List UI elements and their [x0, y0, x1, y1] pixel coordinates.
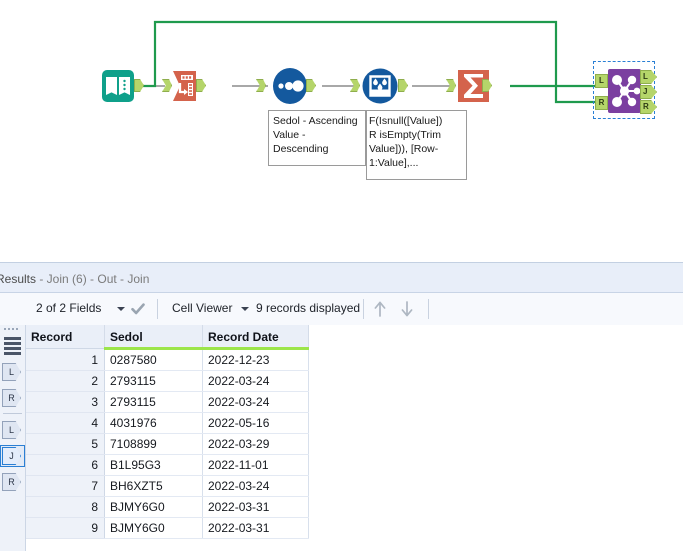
beaker-drops-icon: [362, 68, 398, 104]
cell-sedol[interactable]: 2793115: [104, 370, 203, 392]
column-header-sedol[interactable]: Sedol: [104, 325, 203, 350]
fields-selector-label[interactable]: 2 of 2 Fields: [36, 301, 101, 315]
join-input-right[interactable]: R: [595, 96, 608, 110]
cell-record: 8: [26, 496, 105, 518]
join-input-left[interactable]: L: [595, 74, 608, 88]
cell-sedol[interactable]: B1L95G3: [104, 454, 203, 476]
workflow-canvas[interactable]: L R L J R Sedol - Ascending Value - Desc…: [0, 0, 683, 262]
book-icon: [102, 70, 134, 102]
table-row[interactable]: 8 BJMY6G0 2022-03-31: [26, 496, 309, 518]
cell-record-date[interactable]: 2022-03-24: [202, 475, 309, 497]
table-row[interactable]: 1 0287580 2022-12-23: [26, 348, 309, 371]
tool-join[interactable]: L R L J R: [593, 61, 657, 119]
records-displayed-label: 9 records displayed: [256, 301, 361, 315]
toolbar-separator-2: [363, 299, 364, 319]
table-row[interactable]: 2 2793115 2022-03-24: [26, 370, 309, 392]
table-row[interactable]: 6 B1L95G3 2022-11-01: [26, 454, 309, 476]
join-body: [608, 69, 641, 113]
results-grid[interactable]: Record Sedol Record Date 1 0287580 2022-…: [26, 325, 683, 551]
cell-sedol[interactable]: BJMY6G0: [104, 517, 203, 539]
cell-record: 4: [26, 412, 105, 434]
toolbar-separator-3: [428, 299, 429, 319]
checkmark-icon[interactable]: [131, 302, 145, 316]
results-pane: Results - Join (6) - Out - Join 2 of 2 F…: [0, 262, 683, 551]
results-title-prefix: Results: [0, 272, 37, 286]
rail-output-anchor-r[interactable]: R: [2, 473, 21, 491]
fields-chevron-down-icon[interactable]: [117, 307, 125, 311]
results-titlebar: Results - Join (6) - Out - Join: [0, 267, 683, 293]
cell-sedol[interactable]: 4031976: [104, 412, 203, 434]
results-title: Results - Join (6) - Out - Join: [0, 272, 149, 286]
sort-dots-icon: [273, 68, 307, 104]
join-output-right[interactable]: R: [640, 100, 657, 114]
results-anchor-rail: L R L J R: [0, 325, 26, 551]
tool-summarize[interactable]: [446, 64, 494, 108]
rail-input-anchor-l[interactable]: L: [2, 363, 21, 381]
results-title-rest: - Join (6) - Out - Join: [36, 272, 150, 286]
cell-record: 7: [26, 475, 105, 497]
cell-record: 3: [26, 391, 105, 413]
results-toolbar: 2 of 2 Fields Cell Viewer 9 records disp…: [0, 293, 683, 326]
cell-record: 9: [26, 517, 105, 539]
input-data-output-anchor[interactable]: [134, 79, 144, 92]
cell-record: 6: [26, 454, 105, 476]
drag-grip-icon[interactable]: [4, 328, 21, 333]
join-output-left[interactable]: L: [640, 70, 657, 84]
cell-record-date[interactable]: 2022-12-23: [202, 348, 309, 371]
table-row[interactable]: 3 2793115 2022-03-24: [26, 391, 309, 413]
cell-record-date[interactable]: 2022-03-31: [202, 496, 309, 518]
sort-annotation: Sedol - Ascending Value - Descending: [268, 110, 366, 166]
join-output-join[interactable]: J: [640, 85, 657, 99]
arrow-up-icon[interactable]: [372, 300, 388, 318]
table-row[interactable]: 7 BH6XZT5 2022-03-24: [26, 475, 309, 497]
column-header-record-date[interactable]: Record Date: [202, 325, 309, 350]
formula-annotation: F(Isnull([Value]) R isEmpty(Trim Value])…: [366, 110, 467, 180]
cell-record-date[interactable]: 2022-03-24: [202, 391, 309, 413]
cell-sedol[interactable]: BH6XZT5: [104, 475, 203, 497]
cell-sedol[interactable]: 0287580: [104, 348, 203, 371]
cell-sedol[interactable]: 2793115: [104, 391, 203, 413]
cell-record-date[interactable]: 2022-03-29: [202, 433, 309, 455]
formula-output-anchor[interactable]: [398, 79, 408, 92]
tool-select[interactable]: [162, 64, 208, 108]
cell-record: 5: [26, 433, 105, 455]
cell-record: 1: [26, 348, 105, 371]
results-table: Record Sedol Record Date 1 0287580 2022-…: [26, 325, 309, 539]
rail-divider: [3, 413, 22, 414]
table-body: 1 0287580 2022-12-23 2 2793115 2022-03-2…: [26, 348, 309, 539]
rail-output-anchor-l[interactable]: L: [2, 421, 21, 439]
sort-output-anchor[interactable]: [306, 79, 316, 92]
join-nodes-icon: [612, 75, 641, 107]
sort-input-anchor[interactable]: [256, 79, 266, 92]
table-row[interactable]: 5 7108899 2022-03-29: [26, 433, 309, 455]
tool-sort[interactable]: [256, 64, 316, 108]
arrow-down-icon[interactable]: [399, 300, 415, 318]
cell-sedol[interactable]: 7108899: [104, 433, 203, 455]
cell-record-date[interactable]: 2022-03-31: [202, 517, 309, 539]
record-stack-icon[interactable]: [4, 337, 21, 357]
table-header-row: Record Sedol Record Date: [26, 325, 309, 350]
table-row[interactable]: 4 4031976 2022-05-16: [26, 412, 309, 434]
rail-input-anchor-r[interactable]: R: [2, 389, 21, 407]
cell-sedol[interactable]: BJMY6G0: [104, 496, 203, 518]
tool-input-data[interactable]: [96, 64, 144, 108]
table-row[interactable]: 9 BJMY6G0 2022-03-31: [26, 517, 309, 539]
cell-record: 2: [26, 370, 105, 392]
cell-viewer-chevron-down-icon[interactable]: [241, 307, 249, 311]
cell-record-date[interactable]: 2022-05-16: [202, 412, 309, 434]
cell-record-date[interactable]: 2022-11-01: [202, 454, 309, 476]
cell-record-date[interactable]: 2022-03-24: [202, 370, 309, 392]
cell-viewer-label[interactable]: Cell Viewer: [172, 301, 232, 315]
tool-multi-row-formula[interactable]: [350, 64, 408, 108]
column-header-record[interactable]: Record: [26, 325, 105, 349]
toolbar-separator-1: [157, 299, 158, 319]
